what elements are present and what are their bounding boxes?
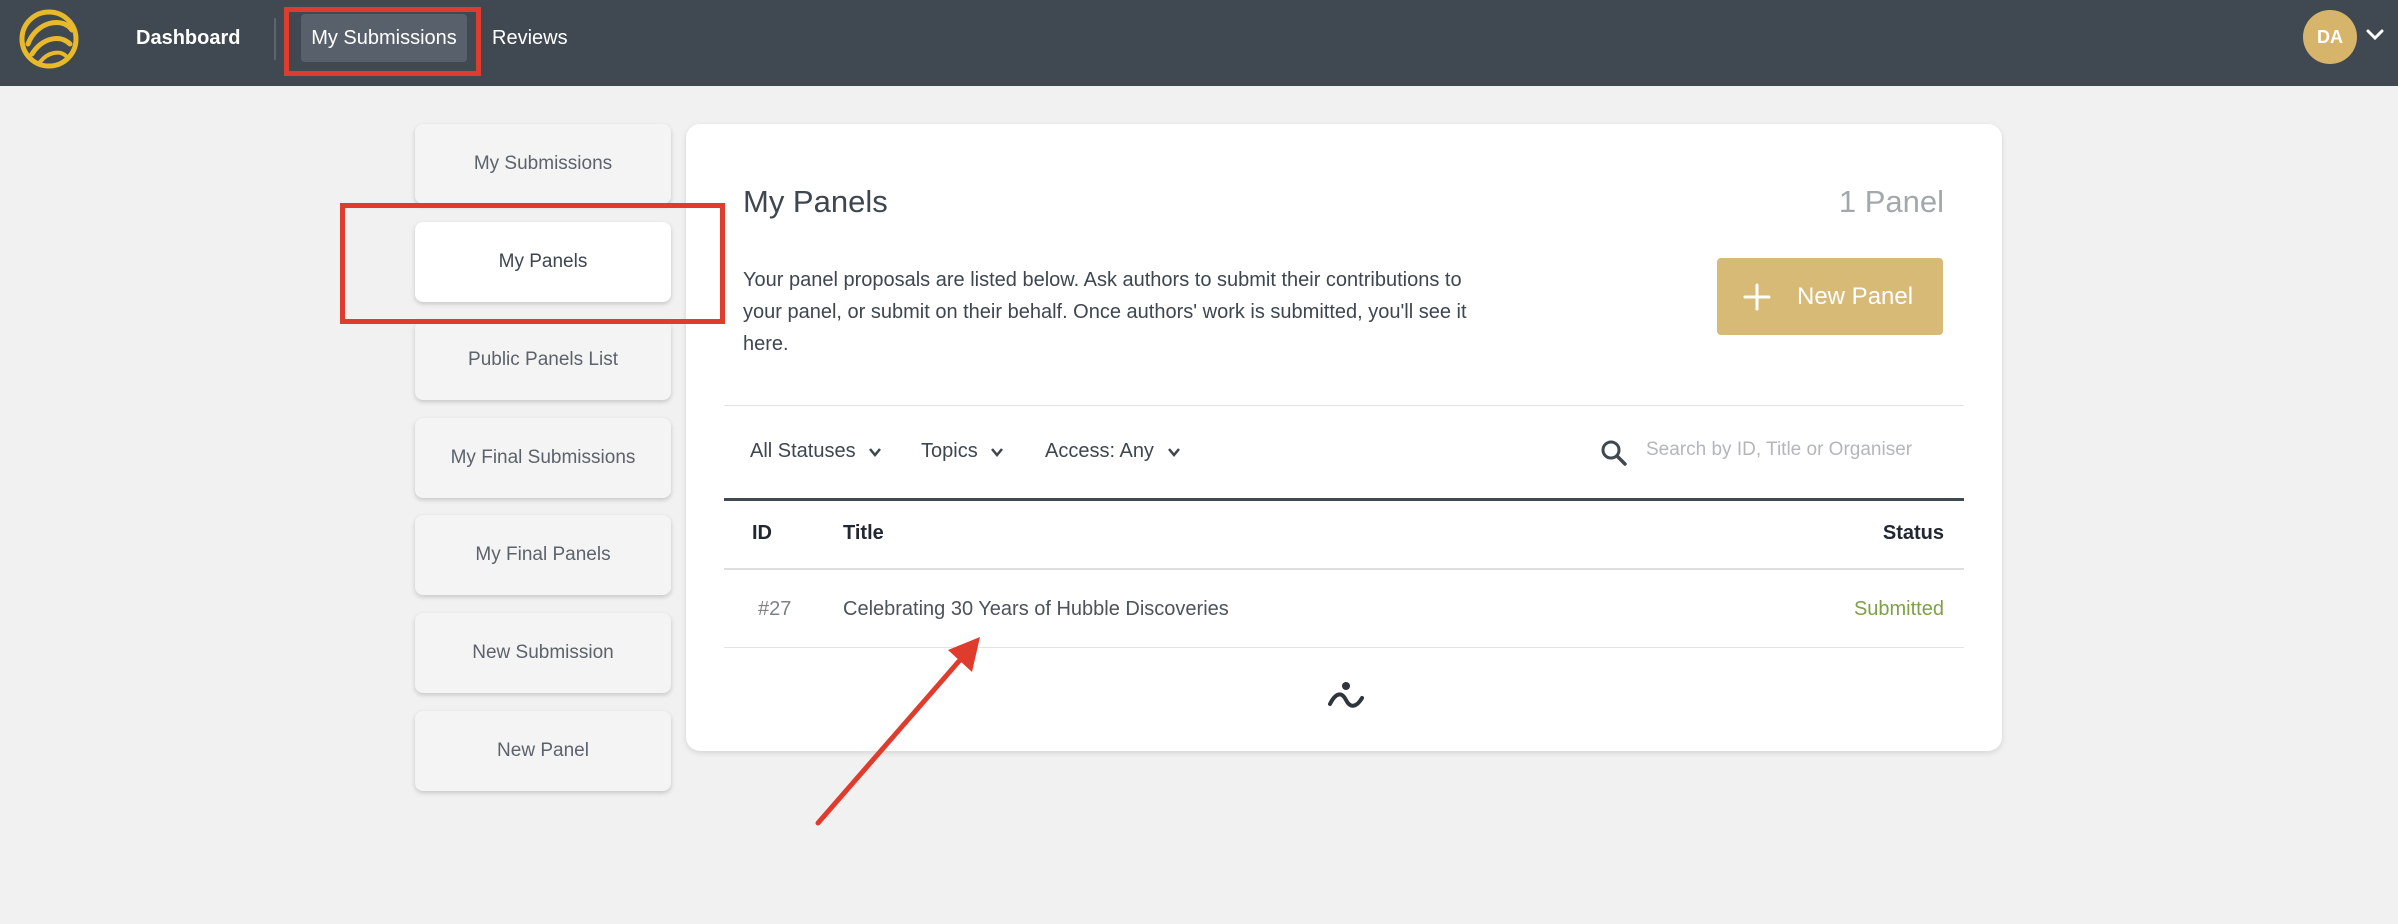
access-filter-label: Access: Any xyxy=(1045,440,1154,462)
column-header-title[interactable]: Title xyxy=(843,522,884,545)
row-id: #27 xyxy=(758,598,792,620)
nav-dashboard-link[interactable]: Dashboard xyxy=(136,0,240,76)
loading-spinner-icon xyxy=(1328,682,1364,708)
divider xyxy=(724,405,1964,406)
column-header-id[interactable]: ID xyxy=(752,522,772,545)
annotation-highlight-nav xyxy=(284,7,481,76)
table-header-divider xyxy=(724,568,1964,570)
sidebar-item-public-panels-list[interactable]: Public Panels List xyxy=(415,320,671,400)
chevron-down-icon xyxy=(869,447,882,457)
sidebar-item-my-final-submissions[interactable]: My Final Submissions xyxy=(415,418,671,498)
chevron-down-icon[interactable] xyxy=(2366,28,2384,42)
annotation-highlight-sidebar xyxy=(340,203,725,324)
access-filter-dropdown[interactable]: Access: Any xyxy=(1045,436,1180,466)
chevron-down-icon xyxy=(991,447,1004,457)
nav-divider xyxy=(274,18,276,60)
plus-icon xyxy=(1743,283,1771,311)
status-filter-dropdown[interactable]: All Statuses xyxy=(750,436,882,466)
sidebar-item-my-final-panels[interactable]: My Final Panels xyxy=(415,515,671,595)
new-panel-button[interactable]: New Panel xyxy=(1717,258,1943,335)
page-description: Your panel proposals are listed below. A… xyxy=(743,269,1467,355)
topics-filter-label: Topics xyxy=(921,440,978,462)
page-title: My Panels xyxy=(743,184,888,219)
logo-icon[interactable] xyxy=(18,8,80,70)
table-row-divider xyxy=(724,647,1964,648)
nav-reviews-link[interactable]: Reviews xyxy=(492,0,568,76)
search-input[interactable] xyxy=(1646,432,1946,468)
status-filter-label: All Statuses xyxy=(750,440,856,462)
sidebar-item-my-submissions[interactable]: My Submissions xyxy=(415,124,671,204)
new-panel-button-label: New Panel xyxy=(1797,283,1914,310)
row-status: Submitted xyxy=(1853,598,1944,620)
topics-filter-dropdown[interactable]: Topics xyxy=(921,436,1004,466)
table-top-border xyxy=(724,498,1964,501)
sidebar-item-new-panel[interactable]: New Panel xyxy=(415,711,671,791)
panel-count: 1 Panel xyxy=(1838,184,1944,219)
panels-card: My Panels 1 Panel Your panel proposals a… xyxy=(686,124,2002,751)
search-icon[interactable] xyxy=(1600,439,1628,467)
chevron-down-icon xyxy=(1167,447,1180,457)
user-avatar[interactable]: DA xyxy=(2303,10,2357,64)
sidebar-item-new-submission[interactable]: New Submission xyxy=(415,613,671,693)
column-header-status[interactable]: Status xyxy=(1883,522,1944,545)
row-title-link[interactable]: Celebrating 30 Years of Hubble Discoveri… xyxy=(843,598,1229,621)
